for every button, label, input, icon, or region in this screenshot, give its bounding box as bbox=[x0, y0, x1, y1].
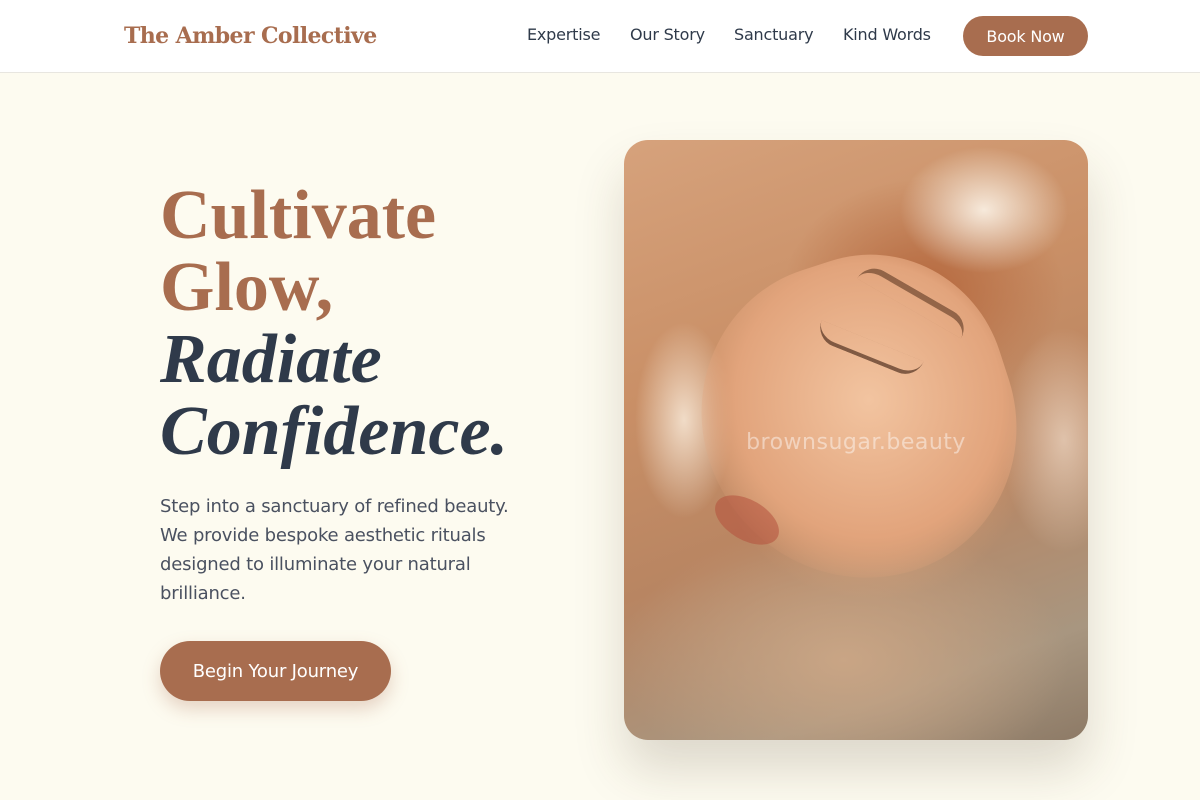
brand-logo[interactable]: The Amber Collective bbox=[124, 21, 377, 51]
nav-link-expertise[interactable]: Expertise bbox=[527, 24, 600, 46]
headline-line-1: Cultivate bbox=[160, 177, 437, 254]
nav-link-our-story[interactable]: Our Story bbox=[630, 24, 705, 46]
begin-journey-button[interactable]: Begin Your Journey bbox=[160, 641, 391, 701]
nav-link-sanctuary[interactable]: Sanctuary bbox=[734, 24, 814, 46]
headline-line-3: Radiate bbox=[160, 321, 382, 398]
hero-headline: Cultivate Glow, Radiate Confidence. bbox=[160, 180, 508, 468]
nav-link-kind-words[interactable]: Kind Words bbox=[843, 24, 931, 46]
book-now-button[interactable]: Book Now bbox=[963, 16, 1088, 56]
headline-line-4: Confidence. bbox=[160, 393, 509, 470]
site-header: The Amber Collective Expertise Our Story… bbox=[0, 0, 1200, 73]
headline-line-2: Glow, bbox=[160, 249, 334, 326]
hero-image: brownsugar.beauty bbox=[624, 140, 1088, 740]
hero-intro-text: Step into a sanctuary of refined beauty.… bbox=[160, 496, 509, 604]
